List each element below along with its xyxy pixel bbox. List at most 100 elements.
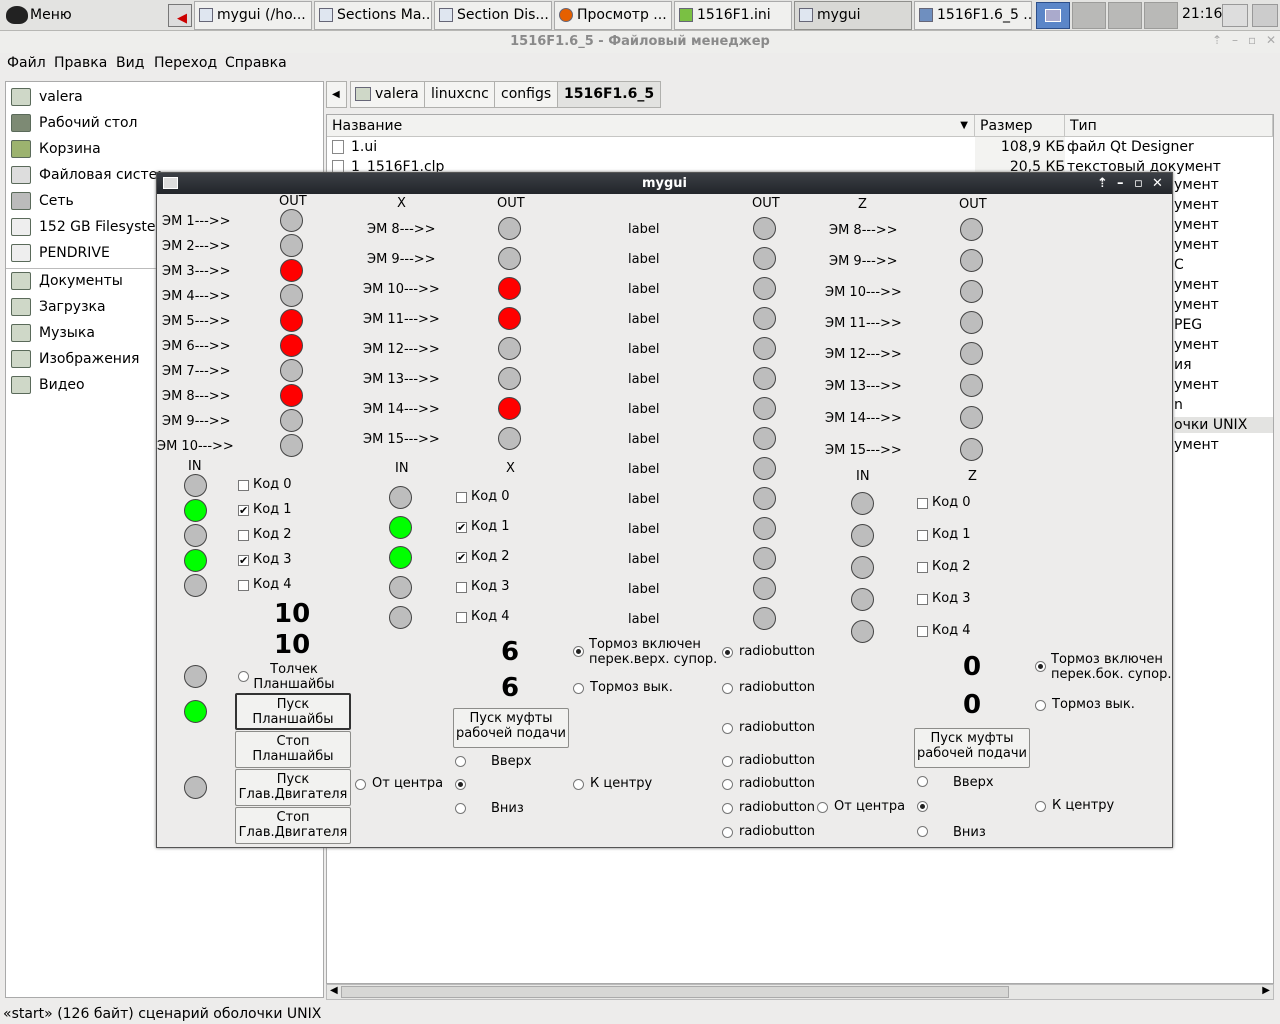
- stop-main-motor-button[interactable]: Стоп Глав.Двигателя: [235, 807, 351, 844]
- brake-off-x-radio[interactable]: [573, 683, 584, 694]
- sidebar-item-152gb[interactable]: 152 GB Filesystem: [11, 215, 161, 239]
- code-checkbox[interactable]: ✔: [456, 552, 467, 563]
- to-center-x-radio[interactable]: [573, 779, 584, 790]
- task-file-manager[interactable]: 1516F1.6_5 ...: [914, 1, 1032, 30]
- em-label: ЭМ 13--->>: [363, 372, 440, 387]
- task-mygui[interactable]: mygui: [794, 1, 912, 30]
- path-configs[interactable]: configs: [494, 81, 559, 108]
- code-checkbox[interactable]: [917, 530, 928, 541]
- path-current[interactable]: 1516F1.6_5: [557, 81, 662, 108]
- code-checkbox[interactable]: [917, 498, 928, 509]
- code-checkbox[interactable]: ✔: [238, 555, 249, 566]
- code-checkbox[interactable]: ✔: [456, 522, 467, 533]
- up-z-radio[interactable]: [917, 776, 928, 787]
- pin-icon[interactable]: ⇡: [1097, 173, 1108, 194]
- minimize-icon[interactable]: –: [1117, 173, 1124, 194]
- sidebar-item-documents[interactable]: Документы: [11, 269, 161, 293]
- tray-icon[interactable]: [1252, 4, 1278, 27]
- maximize-icon[interactable]: ▫: [1248, 33, 1256, 47]
- code-checkbox[interactable]: ✔: [238, 505, 249, 516]
- radiobutton-radio[interactable]: [722, 683, 733, 694]
- radiobutton-radio[interactable]: [722, 647, 733, 658]
- brake-on-x-radio[interactable]: [573, 646, 584, 657]
- menu-view[interactable]: Вид: [116, 55, 144, 71]
- down-z-radio[interactable]: [917, 826, 928, 837]
- brake-on-x-label: Тормоз включен перек.верх. супор.: [589, 637, 718, 667]
- code-checkbox[interactable]: [238, 480, 249, 491]
- code-checkbox[interactable]: [917, 562, 928, 573]
- table-row[interactable]: 1.ui 108,9 КБ файл Qt Designer: [327, 137, 1273, 157]
- sidebar-item-pictures[interactable]: Изображения: [11, 347, 161, 371]
- code-checkbox[interactable]: [238, 530, 249, 541]
- radiobutton-radio[interactable]: [722, 803, 733, 814]
- sidebar-item-pendrive[interactable]: PENDRIVE: [11, 241, 161, 265]
- code-checkbox[interactable]: [917, 594, 928, 605]
- drive-icon: [11, 166, 31, 184]
- menu-help[interactable]: Справка: [225, 55, 287, 71]
- start-main-motor-button[interactable]: Пуск Глав.Двигателя: [235, 769, 351, 806]
- center-z-radio[interactable]: [917, 801, 928, 812]
- column-name[interactable]: Название ▼: [327, 115, 975, 137]
- pin-icon[interactable]: ⇡: [1212, 33, 1222, 47]
- radiobutton-radio[interactable]: [722, 723, 733, 734]
- radiobutton-radio[interactable]: [722, 779, 733, 790]
- menu-file[interactable]: Файл: [7, 55, 46, 71]
- task-browser[interactable]: Просмотр ...: [554, 1, 672, 30]
- clutch-x-button[interactable]: Пуск муфты рабочей подачи: [453, 708, 569, 748]
- task-ini-editor[interactable]: 1516F1.ini: [674, 1, 792, 30]
- sidebar-item-desktop[interactable]: Рабочий стол: [11, 111, 161, 135]
- apps-menu-button[interactable]: Меню приложений: [2, 2, 166, 50]
- up-x-radio[interactable]: [455, 756, 466, 767]
- code-checkbox[interactable]: [456, 582, 467, 593]
- center-x-radio[interactable]: [455, 779, 466, 790]
- column-size[interactable]: Размер: [975, 115, 1065, 137]
- close-icon[interactable]: ✕: [1266, 33, 1276, 47]
- maximize-icon[interactable]: ▫: [1134, 173, 1143, 194]
- tolchek-radio[interactable]: [238, 671, 249, 682]
- from-center-x-radio[interactable]: [355, 779, 366, 790]
- brake-off-z-radio[interactable]: [1035, 700, 1046, 711]
- scroll-right-icon[interactable]: ▶: [1262, 985, 1270, 996]
- sidebar-item-valera[interactable]: valera: [11, 85, 161, 109]
- column-type[interactable]: Тип: [1065, 115, 1273, 137]
- back-arrow-icon[interactable]: ◀: [326, 81, 347, 108]
- sidebar-item-network[interactable]: Сеть: [11, 189, 161, 213]
- horizontal-scrollbar[interactable]: ◀ ▶: [326, 984, 1274, 1000]
- workspace-1[interactable]: [1036, 2, 1070, 29]
- close-icon[interactable]: ✕: [1152, 173, 1163, 194]
- sidebar-item-videos[interactable]: Видео: [11, 373, 161, 397]
- minimize-icon[interactable]: –: [1232, 33, 1238, 47]
- network-icon[interactable]: [1222, 4, 1248, 27]
- exit-icon[interactable]: ◀: [168, 4, 192, 27]
- workspace-4[interactable]: [1144, 2, 1178, 29]
- clutch-z-button[interactable]: Пуск муфты рабочей подачи: [914, 728, 1030, 768]
- menu-edit[interactable]: Правка: [54, 55, 107, 71]
- sidebar-item-trash[interactable]: Корзина: [11, 137, 161, 161]
- stop-planshaiby-button[interactable]: Стоп Планшайбы: [235, 731, 351, 768]
- to-center-z-radio[interactable]: [1035, 801, 1046, 812]
- from-center-z-radio[interactable]: [817, 802, 828, 813]
- path-linuxcnc[interactable]: linuxcnc: [424, 81, 496, 108]
- sidebar-item-downloads[interactable]: Загрузка: [11, 295, 161, 319]
- scroll-left-icon[interactable]: ◀: [330, 985, 338, 996]
- code-checkbox[interactable]: [917, 626, 928, 637]
- menu-go[interactable]: Переход: [154, 55, 217, 71]
- workspace-2[interactable]: [1072, 2, 1106, 29]
- sidebar-item-music[interactable]: Музыка: [11, 321, 161, 345]
- radiobutton-radio[interactable]: [722, 756, 733, 767]
- code-checkbox[interactable]: [456, 492, 467, 503]
- brake-on-z-radio[interactable]: [1035, 661, 1046, 672]
- sidebar-item-filesystem[interactable]: Файловая система: [11, 163, 161, 187]
- code-checkbox[interactable]: [456, 612, 467, 623]
- workspace-3[interactable]: [1108, 2, 1142, 29]
- scrollbar-thumb[interactable]: [341, 986, 1009, 998]
- down-x-radio[interactable]: [455, 803, 466, 814]
- code-checkbox[interactable]: [238, 580, 249, 591]
- task-mygui-home[interactable]: mygui (/ho...: [194, 1, 312, 30]
- radiobutton-radio[interactable]: [722, 827, 733, 838]
- task-sections-manager[interactable]: Sections Ma...: [314, 1, 432, 30]
- clock[interactable]: 21:16: [1182, 6, 1222, 22]
- label-text: label: [628, 462, 660, 477]
- start-planshaiby-button[interactable]: Пуск Планшайбы: [235, 693, 351, 730]
- task-section-display[interactable]: Section Dis...: [434, 1, 552, 30]
